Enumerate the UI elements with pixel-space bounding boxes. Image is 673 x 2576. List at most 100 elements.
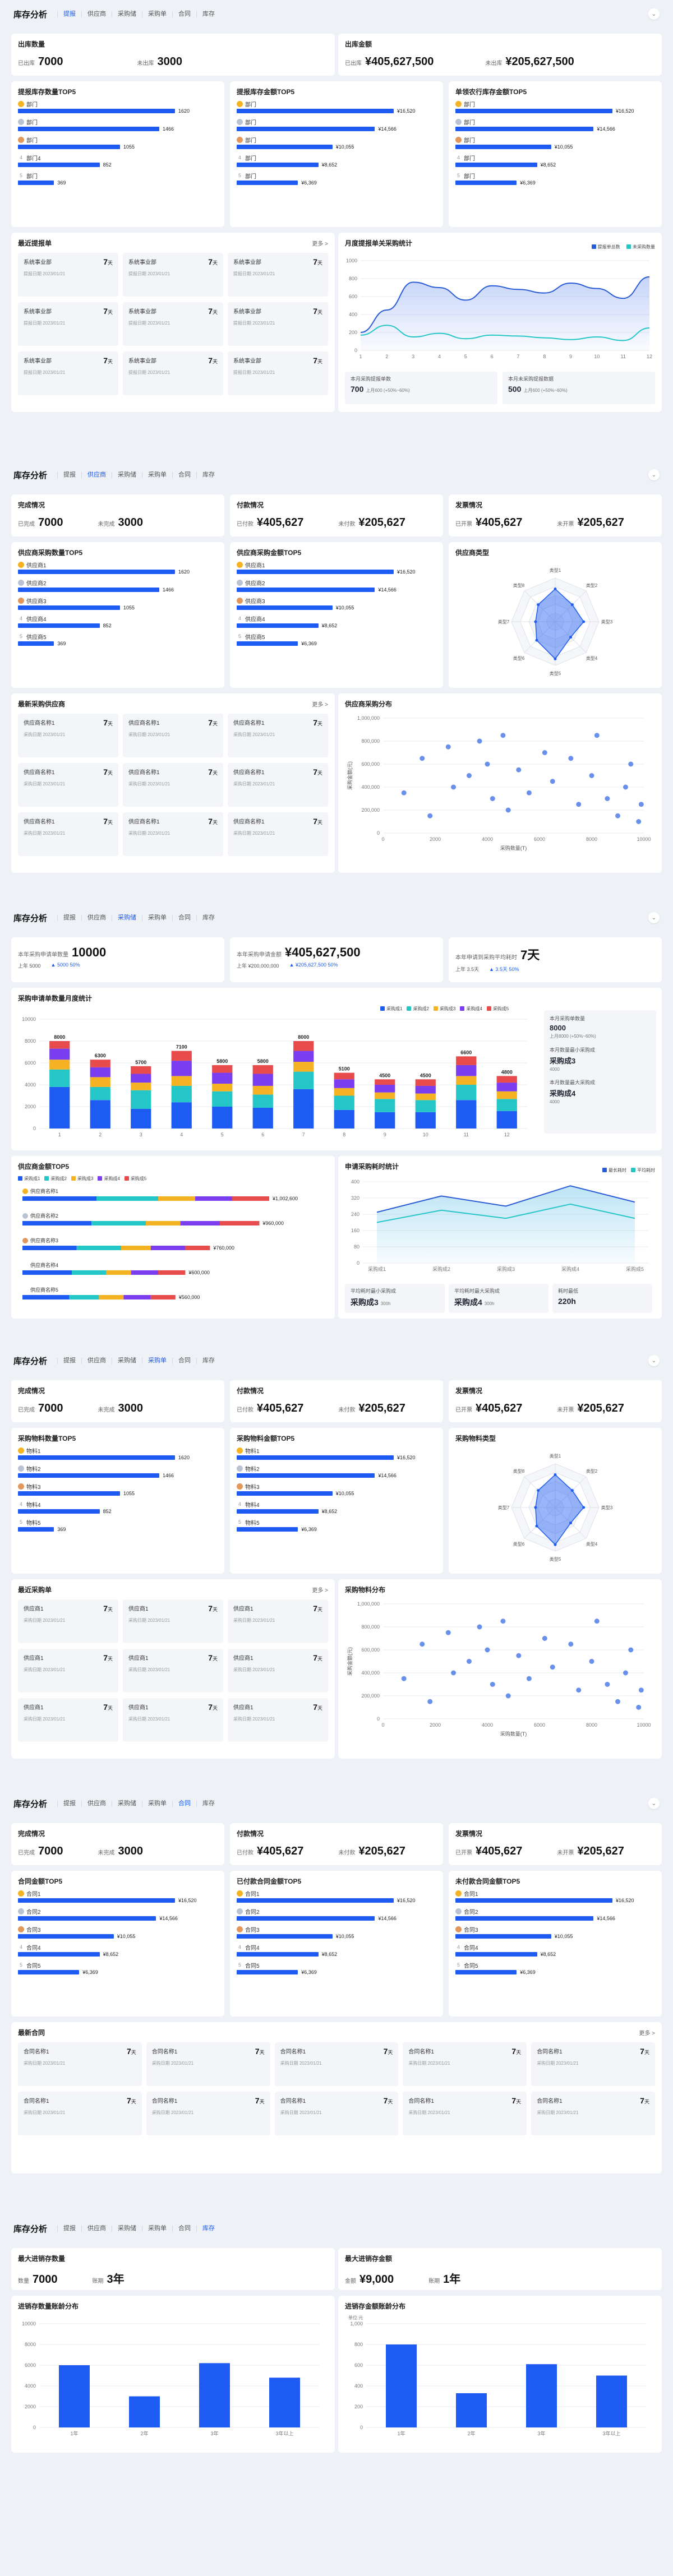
tab-supplier[interactable]: 供应商 — [81, 471, 112, 478]
more-link[interactable]: 更多 > — [312, 1585, 328, 1594]
tab-supplier[interactable]: 供应商 — [81, 914, 112, 921]
tab-report[interactable]: 提报 — [57, 914, 81, 921]
tab-inventory[interactable]: 库存 — [196, 914, 220, 921]
list-item[interactable]: 供应商1 采购日期 2023/01/21 7天 — [123, 1649, 223, 1692]
list-item[interactable]: 系统事业部 提报日期 2023/01/21 7天 — [18, 302, 118, 346]
tab-contract[interactable]: 合同 — [172, 1357, 196, 1364]
tab-purchase-order[interactable]: 采购单 — [142, 1800, 172, 1807]
rank-bar — [18, 1455, 175, 1460]
list-item[interactable]: 供应商1 采购日期 2023/01/21 7天 — [228, 1649, 328, 1692]
chevron-down-icon[interactable]: ⌄ — [648, 8, 660, 20]
tab-purchase-order[interactable]: 采购单 — [142, 1357, 172, 1364]
list-item[interactable]: 供应商名称1 采购日期 2023/01/21 7天 — [18, 763, 118, 807]
rank-name: 供应商3 — [26, 598, 47, 605]
label: 未开票 — [557, 521, 574, 528]
bar-segment — [252, 1107, 273, 1129]
tab-supplier[interactable]: 供应商 — [81, 11, 112, 17]
tab-report[interactable]: 提报 — [57, 11, 81, 17]
more-link[interactable]: 更多 > — [312, 239, 328, 247]
tab-inventory[interactable]: 库存 — [196, 1800, 220, 1807]
rank-bar-row: ¥16,520 — [237, 1897, 436, 1904]
bar-total-label: 4500 — [420, 1072, 431, 1078]
item-date: 采购日期 2023/01/21 — [128, 1667, 170, 1672]
bar-segment — [334, 1109, 354, 1129]
list-item[interactable]: 系统事业部 提报日期 2023/01/21 7天 — [228, 253, 328, 297]
list-item[interactable]: 合同名称1 采购日期 2023/01/21 7天 — [274, 2042, 399, 2086]
list-item[interactable]: 合同名称1 采购日期 2023/01/21 7天 — [146, 2092, 270, 2135]
list-item[interactable]: 系统事业部 提报日期 2023/01/21 7天 — [18, 352, 118, 395]
list-item[interactable]: 供应商1 采购日期 2023/01/21 7天 — [18, 1599, 118, 1643]
chevron-down-icon[interactable]: ⌄ — [648, 912, 660, 923]
tab-report[interactable]: 提报 — [57, 1800, 81, 1807]
tab-inventory[interactable]: 库存 — [196, 1357, 220, 1364]
tab-purchase-order[interactable]: 采购单 — [142, 914, 172, 921]
tab-report[interactable]: 提报 — [57, 471, 81, 478]
list-item[interactable]: 合同名称1 采购日期 2023/01/21 7天 — [146, 2042, 270, 2086]
list-item[interactable]: 供应商1 采购日期 2023/01/21 7天 — [228, 1698, 328, 1742]
chevron-down-icon[interactable]: ⌄ — [648, 1355, 660, 1366]
scatter-point — [576, 1687, 582, 1693]
tab-supplier[interactable]: 供应商 — [81, 1800, 112, 1807]
tick-label: 1 — [58, 1132, 61, 1137]
list-item[interactable]: 供应商1 采购日期 2023/01/21 7天 — [123, 1599, 223, 1643]
list-item[interactable]: 系统事业部 提报日期 2023/01/21 7天 — [123, 352, 223, 395]
list-item[interactable]: 供应商名称1 采购日期 2023/01/21 7天 — [228, 763, 328, 807]
tab-purchase-store[interactable]: 采购储 — [112, 914, 142, 921]
list-item[interactable]: 合同名称1 采购日期 2023/01/21 7天 — [274, 2092, 399, 2135]
list-item[interactable]: 合同名称1 采购日期 2023/01/21 7天 — [18, 2092, 142, 2135]
tab-inventory[interactable]: 库存 — [196, 471, 220, 478]
tab-contract[interactable]: 合同 — [172, 914, 196, 921]
more-link[interactable]: 更多 > — [312, 700, 328, 708]
chevron-down-icon[interactable]: ⌄ — [648, 469, 660, 480]
list-item[interactable]: 供应商名称1 采购日期 2023/01/21 7天 — [123, 714, 223, 757]
list-item[interactable]: 合同名称1 采购日期 2023/01/21 7天 — [531, 2042, 655, 2086]
tick-label: 2000 — [25, 2404, 36, 2409]
tab-purchase-order[interactable]: 采购单 — [142, 11, 172, 17]
tab-purchase-store[interactable]: 采购储 — [112, 471, 142, 478]
radar-point — [537, 603, 540, 607]
list-item[interactable]: 合同名称1 采购日期 2023/01/21 7天 — [403, 2092, 527, 2135]
list-item[interactable]: 系统事业部 提报日期 2023/01/21 7天 — [18, 253, 118, 297]
bar-segment — [131, 1108, 151, 1129]
list-item[interactable]: 供应商1 采购日期 2023/01/21 7天 — [228, 1599, 328, 1643]
list-item[interactable]: 供应商1 采购日期 2023/01/21 7天 — [123, 1698, 223, 1742]
list-item[interactable]: 供应商1 采购日期 2023/01/21 7天 — [18, 1698, 118, 1742]
list-item[interactable]: 合同名称1 采购日期 2023/01/21 7天 — [18, 2042, 142, 2086]
tab-supplier[interactable]: 供应商 — [81, 1357, 112, 1364]
tab-purchase-order[interactable]: 采购单 — [142, 2225, 172, 2232]
list-item[interactable]: 供应商名称1 采购日期 2023/01/21 7天 — [228, 812, 328, 856]
list-item[interactable]: 供应商名称1 采购日期 2023/01/21 7天 — [123, 763, 223, 807]
tab-contract[interactable]: 合同 — [172, 1800, 196, 1807]
scatter-point — [542, 1636, 547, 1641]
tick-label: 3年以上 — [602, 2430, 620, 2436]
tab-purchase-store[interactable]: 采购储 — [112, 11, 142, 17]
list-item[interactable]: 系统事业部 提报日期 2023/01/21 7天 — [228, 352, 328, 395]
list-item[interactable]: 系统事业部 提报日期 2023/01/21 7天 — [123, 302, 223, 346]
list-item[interactable]: 供应商名称1 采购日期 2023/01/21 7天 — [18, 714, 118, 757]
tab-supplier[interactable]: 供应商 — [81, 2225, 112, 2232]
tab-inventory[interactable]: 库存 — [196, 2225, 220, 2232]
rank-number: 5 — [19, 1962, 22, 1968]
tab-contract[interactable]: 合同 — [172, 2225, 196, 2232]
tab-contract[interactable]: 合同 — [172, 11, 196, 17]
tab-purchase-order[interactable]: 采购单 — [142, 471, 172, 478]
tab-report[interactable]: 提报 — [57, 2225, 81, 2232]
chevron-down-icon[interactable]: ⌄ — [648, 1798, 660, 1809]
tab-purchase-store[interactable]: 采购储 — [112, 1800, 142, 1807]
legend-item: 提报单总数 — [591, 244, 620, 250]
tab-contract[interactable]: 合同 — [172, 471, 196, 478]
list-item[interactable]: 系统事业部 提报日期 2023/01/21 7天 — [228, 302, 328, 346]
more-link[interactable]: 更多 > — [639, 2028, 655, 2037]
list-item[interactable]: 供应商1 采购日期 2023/01/21 7天 — [18, 1649, 118, 1692]
list-item[interactable]: 供应商名称1 采购日期 2023/01/21 7天 — [228, 714, 328, 757]
rank-bar — [237, 1455, 394, 1460]
tab-inventory[interactable]: 库存 — [196, 11, 220, 17]
list-item[interactable]: 合同名称1 采购日期 2023/01/21 7天 — [531, 2092, 655, 2135]
tab-purchase-store[interactable]: 采购储 — [112, 1357, 142, 1364]
list-item[interactable]: 供应商名称1 采购日期 2023/01/21 7天 — [18, 812, 118, 856]
tab-report[interactable]: 提报 — [57, 1357, 81, 1364]
list-item[interactable]: 供应商名称1 采购日期 2023/01/21 7天 — [123, 812, 223, 856]
tab-purchase-store[interactable]: 采购储 — [112, 2225, 142, 2232]
list-item[interactable]: 系统事业部 提报日期 2023/01/21 7天 — [123, 253, 223, 297]
list-item[interactable]: 合同名称1 采购日期 2023/01/21 7天 — [403, 2042, 527, 2086]
